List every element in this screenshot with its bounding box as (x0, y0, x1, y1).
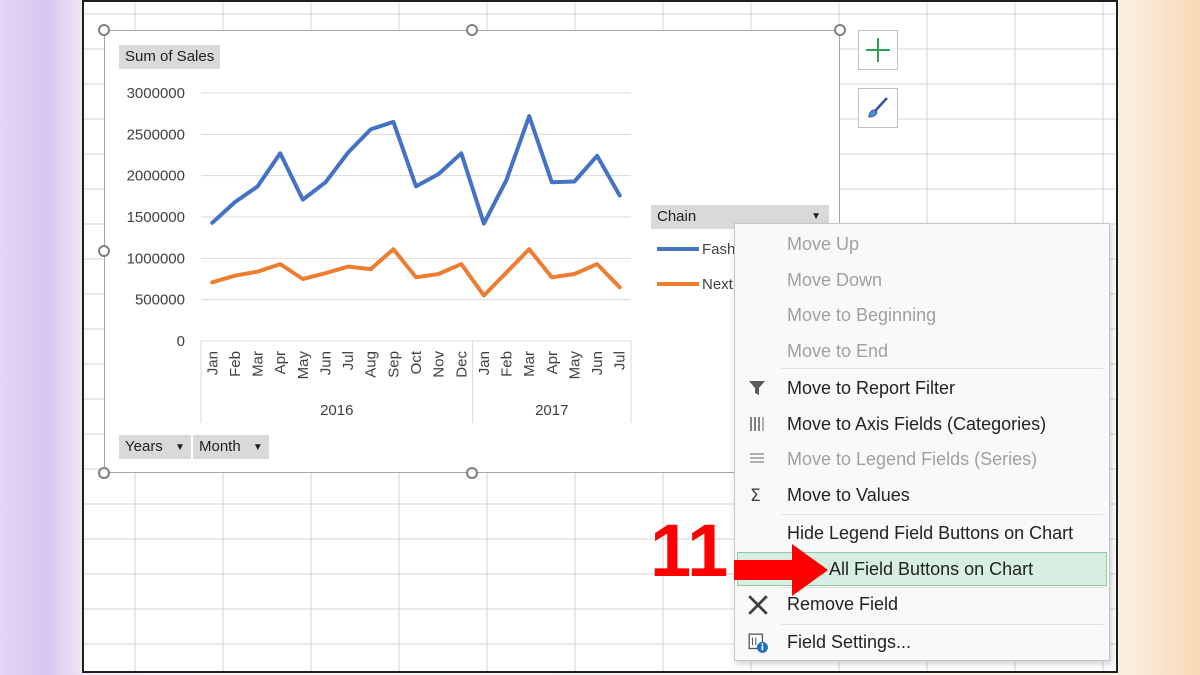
x-tick-label: Dec (453, 351, 470, 378)
series-line-next (210, 247, 622, 298)
paintbrush-icon (868, 97, 888, 118)
y-tick-label: 2500000 (127, 126, 185, 143)
y-tick-label: 3000000 (127, 85, 185, 102)
series-line-fashion (210, 114, 622, 226)
pivot-chart[interactable]: 3000000 2500000 2000000 1500000 1000000 50000… (104, 30, 840, 473)
y-tick-label: 1500000 (127, 209, 185, 226)
sigma-icon: Σ (747, 485, 767, 506)
x-tick-label: Jun (589, 351, 606, 375)
menu-item-label: Move to Report Filter (787, 378, 956, 398)
plus-icon (866, 38, 890, 62)
x-tick-label: Jan (476, 351, 493, 375)
resize-handle-middle-left[interactable] (98, 245, 110, 257)
x-tick-label: May (295, 351, 312, 380)
menu-item-move-to-report-filter[interactable]: Move to Report Filter (737, 372, 1107, 406)
x-tick-label: Apr (544, 351, 561, 374)
x-tick-label: May (566, 351, 583, 380)
x-tick-label: Apr (272, 351, 289, 374)
x-tick-label: Mar (250, 351, 267, 377)
menu-item-label: Move to Beginning (787, 305, 937, 325)
value-field-label: Sum of Sales (125, 48, 215, 65)
pointer-arrow-icon (734, 544, 828, 596)
menu-item-label: Move to Axis Fields (Categories) (787, 414, 1047, 434)
menu-separator (781, 514, 1103, 515)
step-number-annotation: 11 (650, 509, 729, 592)
field-settings-icon (747, 632, 768, 653)
axis-field-button-years[interactable]: Years ▼ (119, 435, 191, 459)
menu-item-label: Move Up (787, 234, 860, 254)
axis-field-button-month[interactable]: Month ▼ (193, 435, 269, 459)
menu-item-label: Move to Values (787, 485, 910, 505)
menu-item-label: Move to End (787, 341, 889, 361)
year-group-label: 2016 (320, 402, 353, 419)
x-tick-label: Jul (340, 351, 357, 370)
resize-handle-bottom-left[interactable] (98, 467, 110, 479)
resize-handle-bottom-middle[interactable] (466, 467, 478, 479)
axis-field-label: Month (199, 438, 241, 455)
resize-handle-top-left[interactable] (98, 24, 110, 36)
resize-handle-top-right[interactable] (834, 24, 846, 36)
y-tick-label: 1000000 (127, 250, 185, 267)
menu-item-label: Move Down (787, 270, 883, 290)
y-tick-label: 2000000 (127, 168, 185, 185)
dropdown-arrow-icon: ▼ (174, 442, 185, 453)
x-tick-label: Jan (204, 351, 221, 375)
menu-item-move-to-legend-fields-series[interactable]: Move to Legend Fields (Series) (737, 443, 1107, 477)
chart-elements-button[interactable] (858, 30, 898, 70)
menu-item-move-down[interactable]: Move Down (737, 264, 1107, 298)
svg-text:Σ: Σ (750, 486, 761, 505)
spreadsheet-area: 3000000 2500000 2000000 1500000 1000000 50000… (82, 0, 1118, 673)
dropdown-arrow-icon: ▼ (252, 442, 263, 453)
x-tick-label: Jun (317, 351, 334, 375)
menu-item-move-to-end[interactable]: Move to End (737, 335, 1107, 369)
x-tick-label: Mar (521, 351, 538, 377)
axis-fields-icon (747, 414, 767, 434)
x-tick-label: Aug (363, 351, 380, 378)
menu-item-label: Hide Legend Field Buttons on Chart (787, 523, 1074, 543)
legend-fields-icon (747, 449, 767, 469)
y-tick-label: 500000 (135, 292, 185, 309)
menu-item-move-to-values[interactable]: Σ Move to Values (737, 479, 1107, 513)
chart-styles-button[interactable] (858, 88, 898, 128)
x-tick-label: Feb (227, 351, 244, 377)
x-tick-label: Nov (431, 351, 448, 378)
value-field-button[interactable]: Sum of Sales (119, 45, 221, 69)
menu-item-field-settings[interactable]: Field Settings... (737, 626, 1107, 660)
menu-item-move-up[interactable]: Move Up (737, 228, 1107, 262)
x-tick-label: Jul (612, 351, 629, 370)
menu-item-label: Move to Legend Fields (Series) (787, 449, 1038, 469)
menu-item-label: Field Settings... (787, 632, 912, 652)
resize-handle-top-middle[interactable] (466, 24, 478, 36)
x-tick-label: Oct (408, 350, 425, 374)
y-tick-label: 0 (177, 333, 185, 350)
legend-field-label: Chain (657, 208, 697, 225)
menu-item-move-to-axis-fields-categories[interactable]: Move to Axis Fields (Categories) (737, 408, 1107, 442)
filter-icon (747, 378, 767, 398)
legend-label: Next (702, 276, 734, 293)
x-tick-label: Sep (385, 351, 402, 378)
menu-item-move-to-beginning[interactable]: Move to Beginning (737, 299, 1107, 333)
x-tick-label: Feb (499, 351, 516, 377)
line-chart-plot: 3000000 2500000 2000000 1500000 1000000 50000… (127, 85, 735, 423)
legend-label: Fash (702, 241, 735, 258)
menu-separator (781, 624, 1103, 625)
axis-field-label: Years (125, 438, 163, 455)
year-group-label: 2017 (535, 402, 568, 419)
